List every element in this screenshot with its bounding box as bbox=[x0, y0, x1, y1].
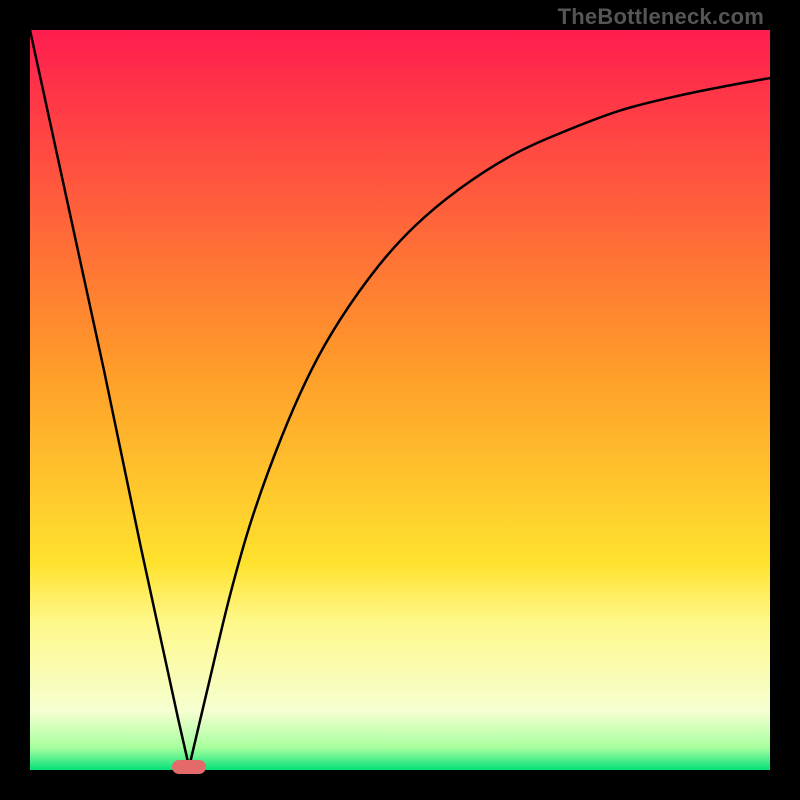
chart-svg bbox=[30, 30, 770, 770]
min-marker bbox=[172, 760, 206, 774]
chart-frame bbox=[30, 30, 770, 770]
chart-background bbox=[30, 30, 770, 770]
watermark-text: TheBottleneck.com bbox=[558, 4, 764, 30]
